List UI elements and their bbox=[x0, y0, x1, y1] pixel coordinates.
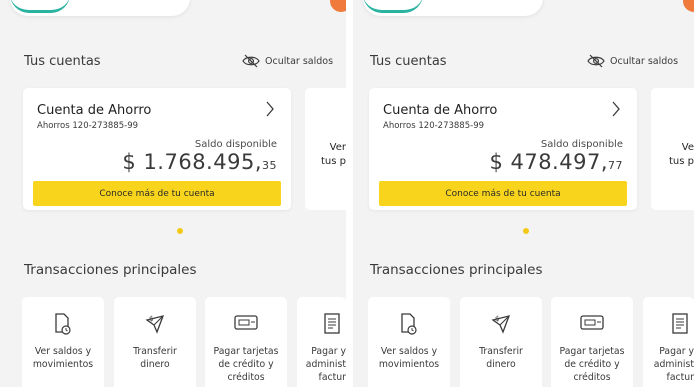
notification-dot-icon[interactable] bbox=[683, 0, 694, 12]
accounts-section-title: Tus cuentas bbox=[370, 54, 447, 69]
next-card-text-line1: Ve bbox=[681, 142, 694, 153]
balance-main: $ 478.497, bbox=[489, 150, 608, 174]
svg-text:$: $ bbox=[495, 315, 499, 323]
tile-label: Pagar tarjetas de crédito y créditos bbox=[213, 346, 279, 383]
next-card-text-line2: tus p bbox=[669, 156, 694, 167]
transactions-section-title: Transacciones principales bbox=[370, 262, 543, 278]
screen-left: Tus cuentas Ocultar saldos Cuenta de Aho… bbox=[0, 0, 346, 387]
credit-card-icon bbox=[234, 315, 258, 330]
bill-icon bbox=[672, 313, 688, 334]
account-card[interactable]: Cuenta de Ahorro Ahorros 120-273885-99 S… bbox=[23, 88, 291, 210]
account-info-button[interactable]: Conoce más de tu cuenta bbox=[33, 181, 281, 206]
notification-dot-icon[interactable] bbox=[330, 0, 346, 12]
balance-cents: 35 bbox=[262, 159, 277, 172]
tile-label: Ver saldos y movimientos bbox=[32, 346, 94, 370]
account-info-button[interactable]: Conoce más de tu cuenta bbox=[379, 181, 627, 206]
eye-off-icon bbox=[587, 54, 605, 68]
balance-main: $ 1.768.495, bbox=[122, 150, 262, 174]
balance-amount: $ 478.497,77 bbox=[489, 150, 623, 174]
next-card-text: Ver tus p bbox=[321, 141, 346, 169]
tile-ver-saldos[interactable]: Ver saldos y movimientos bbox=[22, 297, 104, 387]
tile-pagar-tarjetas[interactable]: Pagar tarjetas de crédito y créditos bbox=[205, 297, 287, 387]
next-card-peek[interactable]: Ver tus p bbox=[305, 88, 346, 210]
chevron-right-icon[interactable] bbox=[611, 100, 621, 118]
tile-pagar-facturas[interactable]: Pagar y administ factur bbox=[643, 297, 694, 387]
hide-balances-toggle[interactable]: Ocultar saldos bbox=[587, 54, 678, 68]
tile-ver-saldos[interactable]: Ver saldos y movimientos bbox=[368, 297, 450, 387]
tile-transferir[interactable]: $ Transferir dinero bbox=[460, 297, 542, 387]
credit-card-icon bbox=[580, 315, 604, 330]
hide-balances-label: Ocultar saldos bbox=[265, 55, 334, 67]
next-card-text-line2: tus p bbox=[321, 156, 346, 167]
tile-label: Ver saldos y movimientos bbox=[378, 346, 440, 370]
transfer-money-icon: $ bbox=[491, 315, 511, 334]
transactions-section-title: Transacciones principales bbox=[24, 262, 197, 278]
document-clock-icon bbox=[55, 313, 71, 335]
hide-balances-label: Ocultar saldos bbox=[610, 55, 679, 67]
next-card-text: Ve tus p bbox=[669, 141, 694, 169]
next-card-text-line1: Ver bbox=[329, 142, 346, 153]
carousel-dot[interactable] bbox=[177, 228, 183, 234]
tile-pagar-facturas[interactable]: Pagar y administ factur bbox=[297, 297, 346, 387]
screen-right: Tus cuentas Ocultar saldos Cuenta de Aho… bbox=[353, 0, 694, 387]
next-card-peek[interactable]: Ve tus p bbox=[651, 88, 694, 210]
svg-text:$: $ bbox=[149, 315, 153, 323]
hide-balances-toggle[interactable]: Ocultar saldos bbox=[242, 54, 333, 68]
document-clock-icon bbox=[401, 313, 417, 335]
transfer-money-icon: $ bbox=[145, 315, 165, 334]
eye-off-icon bbox=[242, 54, 260, 68]
chevron-right-icon[interactable] bbox=[265, 100, 275, 118]
tile-pagar-tarjetas[interactable]: Pagar tarjetas de crédito y créditos bbox=[551, 297, 633, 387]
account-card[interactable]: Cuenta de Ahorro Ahorros 120-273885-99 S… bbox=[369, 88, 637, 210]
tile-transferir[interactable]: $ Transferir dinero bbox=[114, 297, 196, 387]
account-name: Cuenta de Ahorro bbox=[383, 103, 498, 118]
tile-label: Pagar y administ factur bbox=[305, 346, 346, 383]
account-number: Ahorros 120-273885-99 bbox=[37, 121, 139, 131]
balance-label: Saldo disponible bbox=[540, 139, 623, 150]
tile-label: Pagar y administ factur bbox=[653, 346, 694, 383]
account-number: Ahorros 120-273885-99 bbox=[383, 121, 485, 131]
balance-amount: $ 1.768.495,35 bbox=[122, 150, 277, 174]
tile-label: Transferir dinero bbox=[479, 346, 523, 370]
balance-label: Saldo disponible bbox=[194, 139, 277, 150]
screen-divider bbox=[346, 0, 353, 387]
tile-label: Pagar tarjetas de crédito y créditos bbox=[559, 346, 625, 383]
account-name: Cuenta de Ahorro bbox=[37, 103, 152, 118]
accounts-section-title: Tus cuentas bbox=[24, 54, 101, 69]
balance-cents: 77 bbox=[608, 159, 623, 172]
carousel-dot[interactable] bbox=[523, 228, 529, 234]
bill-icon bbox=[324, 313, 340, 334]
tile-label: Transferir dinero bbox=[133, 346, 177, 370]
